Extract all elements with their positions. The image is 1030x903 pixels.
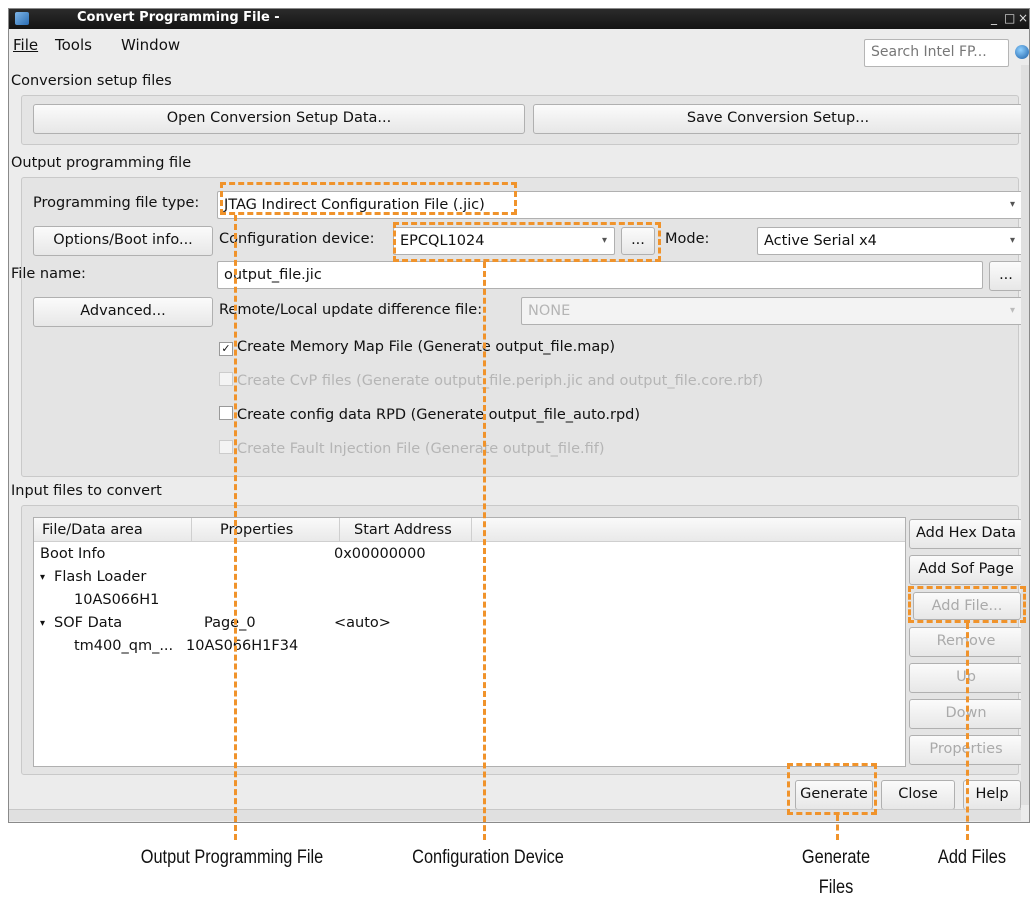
convert-programming-file-window: Convert Programming File - _ □ × File To… bbox=[8, 8, 1030, 823]
create-cvp-files-checkbox[interactable]: Create CvP files (Generate output_file.p… bbox=[219, 372, 763, 389]
remote-local-update-select[interactable]: NONE ▾ bbox=[521, 297, 1023, 325]
row-name: tm400_qm_... bbox=[74, 638, 174, 654]
mode-value: Active Serial x4 bbox=[764, 233, 877, 249]
row-address: 0x00000000 bbox=[334, 546, 426, 562]
create-fault-injection-label: Create Fault Injection File (Generate ou… bbox=[237, 441, 605, 457]
callout-generate-files: Generate Files bbox=[801, 847, 871, 898]
leader-line-output-file bbox=[234, 215, 237, 840]
checkbox-box bbox=[219, 440, 233, 454]
options-boot-info-button[interactable]: Options/Boot info... bbox=[33, 226, 213, 256]
table-row[interactable]: ▾ Flash Loader bbox=[34, 569, 904, 591]
open-conversion-setup-button[interactable]: Open Conversion Setup Data... bbox=[33, 104, 525, 134]
table-row[interactable]: ▾ SOF Data Page_0 <auto> bbox=[34, 615, 904, 637]
highlight-add-file bbox=[908, 586, 1026, 623]
column-header-file-data-area[interactable]: File/Data area bbox=[34, 518, 192, 542]
remote-local-update-label: Remote/Local update difference file: bbox=[219, 302, 483, 318]
add-hex-data-button[interactable]: Add Hex Data bbox=[909, 519, 1023, 549]
leader-line-generate bbox=[836, 815, 839, 840]
create-memory-map-label: Create Memory Map File (Generate output_… bbox=[237, 339, 616, 355]
column-header-start-address[interactable]: Start Address bbox=[340, 518, 472, 542]
close-button[interactable]: Close bbox=[881, 780, 955, 810]
table-row[interactable]: 10AS066H1 bbox=[34, 592, 904, 614]
mode-select[interactable]: Active Serial x4 ▾ bbox=[757, 227, 1023, 255]
menu-bar: File Tools Window Search Intel FP... bbox=[9, 29, 1029, 67]
highlight-configuration-device bbox=[393, 222, 661, 262]
close-icon[interactable]: × bbox=[1018, 11, 1028, 25]
globe-icon[interactable] bbox=[1015, 45, 1029, 59]
remote-local-update-value: NONE bbox=[528, 303, 571, 319]
callout-add-files: Add Files bbox=[937, 847, 1007, 868]
row-address: <auto> bbox=[334, 615, 391, 631]
row-name: SOF Data bbox=[54, 615, 123, 631]
row-properties: Page_0 bbox=[204, 615, 256, 631]
add-sof-page-button[interactable]: Add Sof Page bbox=[909, 555, 1023, 585]
menu-window[interactable]: Window bbox=[121, 36, 180, 54]
save-conversion-setup-button[interactable]: Save Conversion Setup... bbox=[533, 104, 1023, 134]
leader-line-add-files bbox=[966, 623, 969, 840]
file-name-label: File name: bbox=[11, 266, 86, 282]
expand-arrow-icon[interactable]: ▾ bbox=[40, 572, 45, 583]
chevron-down-icon: ▾ bbox=[1009, 235, 1015, 246]
file-name-input[interactable]: output_file.jic bbox=[217, 261, 983, 289]
checkbox-box bbox=[219, 372, 233, 386]
output-programming-file-label: Output programming file bbox=[11, 155, 192, 171]
column-header-properties[interactable]: Properties bbox=[192, 518, 340, 542]
callout-configuration-device: Configuration Device bbox=[412, 847, 564, 868]
title-bar: Convert Programming File - _ □ × bbox=[9, 9, 1029, 29]
row-name: 10AS066H1 bbox=[74, 592, 160, 608]
file-name-browse-button[interactable]: ... bbox=[989, 261, 1023, 291]
row-name: Boot Info bbox=[40, 546, 106, 562]
create-memory-map-checkbox[interactable]: ✓ Create Memory Map File (Generate output… bbox=[219, 339, 615, 356]
search-input[interactable]: Search Intel FP... bbox=[864, 39, 1009, 67]
input-files-table[interactable]: File/Data area Properties Start Address … bbox=[33, 517, 906, 767]
row-name: Flash Loader bbox=[54, 569, 147, 585]
table-row[interactable]: tm400_qm_... 10AS066H1F34 bbox=[34, 638, 904, 660]
highlight-programming-file-type bbox=[220, 182, 517, 215]
chevron-down-icon: ▾ bbox=[1009, 305, 1015, 316]
create-cvp-files-label: Create CvP files (Generate output_file.p… bbox=[237, 373, 764, 389]
vertical-scrollbar[interactable] bbox=[1021, 65, 1029, 805]
row-properties: 10AS066H1F34 bbox=[186, 638, 299, 654]
configuration-device-label: Configuration device: bbox=[219, 231, 375, 247]
checkmark-icon: ✓ bbox=[219, 342, 233, 356]
help-button[interactable]: Help bbox=[963, 780, 1021, 810]
input-files-label: Input files to convert bbox=[11, 483, 162, 499]
highlight-generate bbox=[787, 763, 877, 815]
checkbox-box bbox=[219, 406, 233, 420]
callout-output-programming-file: Output Programming File bbox=[140, 847, 324, 868]
expand-arrow-icon[interactable]: ▾ bbox=[40, 618, 45, 629]
create-fault-injection-checkbox[interactable]: Create Fault Injection File (Generate ou… bbox=[219, 440, 605, 457]
app-icon bbox=[15, 12, 29, 25]
create-config-rpd-checkbox[interactable]: Create config data RPD (Generate output_… bbox=[219, 406, 640, 423]
window-title: Convert Programming File - bbox=[77, 10, 280, 25]
advanced-button[interactable]: Advanced... bbox=[33, 297, 213, 327]
mode-label: Mode: bbox=[665, 231, 710, 247]
leader-line-config-device bbox=[483, 262, 486, 840]
column-header-empty bbox=[472, 518, 905, 542]
menu-file[interactable]: File bbox=[13, 36, 38, 54]
maximize-icon[interactable]: □ bbox=[1004, 11, 1015, 25]
create-config-rpd-label: Create config data RPD (Generate output_… bbox=[237, 407, 641, 423]
minimize-icon[interactable]: _ bbox=[991, 11, 997, 25]
table-row[interactable]: Boot Info 0x00000000 bbox=[34, 546, 904, 568]
chevron-down-icon: ▾ bbox=[1009, 199, 1015, 210]
conversion-setup-label: Conversion setup files bbox=[11, 73, 172, 89]
programming-file-type-label: Programming file type: bbox=[33, 195, 200, 211]
menu-tools[interactable]: Tools bbox=[55, 36, 92, 54]
